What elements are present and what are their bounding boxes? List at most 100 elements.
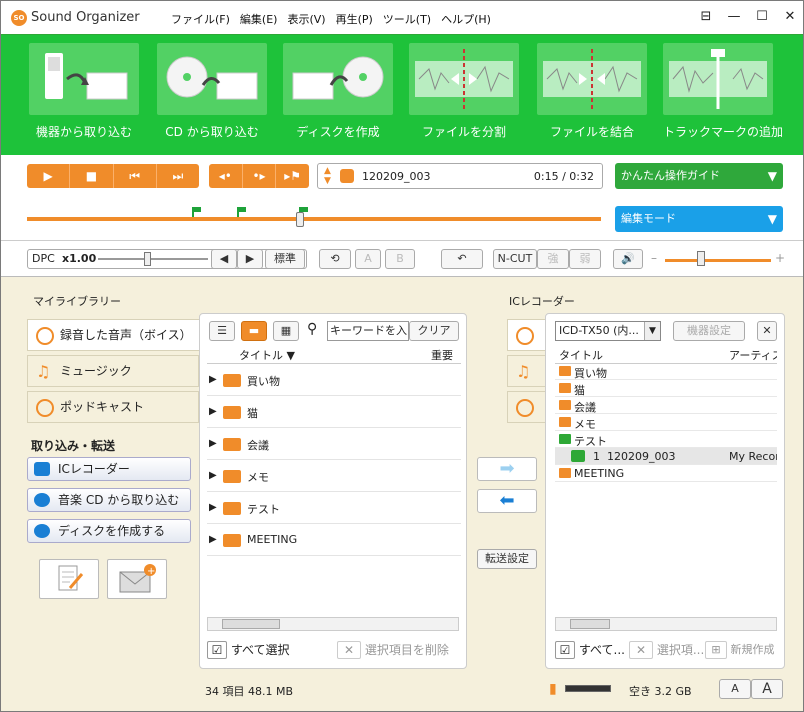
icr-folder-row[interactable]: テスト [555,431,777,448]
minimize-button[interactable]: — [727,9,741,24]
menu-tools[interactable]: ツール(T) [383,11,431,27]
easy-guide-dropdown[interactable]: かんたん操作ガイド ▼ [615,163,783,189]
speaker-icon[interactable]: 🔊 [613,249,643,269]
search-input[interactable]: キーワードを入... [327,321,409,341]
prev-mark-button[interactable]: ◂• [209,164,243,188]
previous-button[interactable]: ⏮ [114,164,157,188]
add-mark-button[interactable]: ▸⚑ [276,164,309,188]
b-point-button[interactable]: B [385,249,415,269]
track-mark-flag[interactable] [192,207,201,217]
device-select[interactable]: ICD-TX50 (内... ▼ [555,321,661,341]
icr-tab-podcast[interactable] [507,391,547,423]
folder-view-icon[interactable]: ▬ [241,321,267,341]
tab-voice[interactable]: 録音した音声（ボイス） [27,319,199,351]
icr-tab-voice[interactable] [507,319,547,351]
expand-icon[interactable]: ▶ [209,502,217,513]
noise-strong-button[interactable]: 強 [537,249,569,269]
create-disc-side-button[interactable]: ディスクを作成する [27,519,191,543]
calendar-view-icon[interactable]: ▦ [273,321,299,341]
menu-help[interactable]: ヘルプ(H) [441,11,491,27]
folder-row[interactable]: ▶ 会議 [207,428,461,460]
seek-bar[interactable] [27,217,601,221]
repeat-ab-button[interactable]: ⟲ [319,249,351,269]
icr-tab-music[interactable]: ♫ [507,355,547,387]
volume-slider[interactable] [665,259,771,262]
delete-icon[interactable]: ✕ [629,641,653,659]
new-folder-icon[interactable]: ⊞ [705,641,727,659]
track-updown-icon[interactable]: ▲ ▼ [324,166,331,186]
split-file-button[interactable]: ファイルを分割 [409,43,519,149]
track-mark-flag[interactable] [237,207,246,217]
notepad-button[interactable] [39,559,99,599]
seek-thumb[interactable] [296,212,304,227]
icr-column-artist[interactable]: アーティスト [729,347,777,363]
next-button[interactable]: ⏭ [157,164,199,188]
expand-icon[interactable]: ▶ [209,374,217,385]
expand-icon[interactable]: ▶ [209,438,217,449]
transfer-settings-button[interactable]: 転送設定 [477,549,537,569]
ncut-button[interactable]: N-CUT [493,249,537,269]
device-settings-button[interactable]: 機器設定 [673,321,745,341]
edit-mode-dropdown[interactable]: 編集モード ▼ [615,206,783,232]
dpc-decrease-button[interactable]: ◀ [211,249,237,269]
icr-new-folder-control[interactable]: ⊞ 新規作成 [705,641,775,659]
undo-button[interactable]: ↶ [441,249,483,269]
combine-file-button[interactable]: ファイルを結合 [537,43,647,149]
clear-button[interactable]: クリア [409,321,459,341]
menu-play[interactable]: 再生(P) [336,11,373,27]
checkbox-icon[interactable]: ☑ [555,641,575,659]
maximize-button[interactable]: ☐ [755,9,769,24]
expand-icon[interactable]: ▶ [209,534,217,545]
column-important[interactable]: 重要 [431,347,453,363]
icr-file-row[interactable]: 1 120209_003 My Recor [555,448,777,465]
a-point-button[interactable]: A [355,249,381,269]
dpc-slider-thumb[interactable] [144,252,151,266]
icr-horizontal-scrollbar[interactable] [555,617,777,631]
menu-edit[interactable]: 編集(E) [240,11,278,27]
delete-selected-control[interactable]: ✕ 選択項目を削除 [337,641,449,659]
font-size-small-button[interactable]: A [719,679,751,699]
folder-row[interactable]: ▶ メモ [207,460,461,492]
folder-row[interactable]: ▶ MEETING [207,524,461,556]
next-mark-button[interactable]: •▸ [243,164,277,188]
transfer-left-arrow-icon[interactable]: ⬅ [477,489,537,513]
icr-column-title[interactable]: タイトル [559,347,603,363]
checkbox-icon[interactable]: ☑ [207,641,227,659]
dpc-slider[interactable] [98,258,208,260]
import-from-device-button[interactable]: 機器から取り込む [29,43,139,149]
icr-delete-selected-control[interactable]: ✕ 選択項... [629,641,704,659]
disconnect-close-icon[interactable]: ✕ [757,321,777,341]
delete-icon[interactable]: ✕ [337,641,361,659]
email-button[interactable]: + [107,559,167,599]
stop-button[interactable]: ■ [70,164,114,188]
ic-recorder-button[interactable]: ICレコーダー [27,457,191,481]
folder-row[interactable]: ▶ 猫 [207,396,461,428]
folder-row[interactable]: ▶ テスト [207,492,461,524]
select-all-control[interactable]: ☑ すべて選択 [207,641,290,659]
icr-folder-row[interactable]: MEETING [555,465,777,482]
menu-file[interactable]: ファイル(F) [171,11,230,27]
play-button[interactable]: ▶ [27,164,71,188]
dpc-standard-button[interactable]: 標準 [265,249,305,269]
compact-mode-icon[interactable]: ⊟ [699,9,713,24]
icr-folder-row[interactable]: 会議 [555,397,777,414]
icr-folder-row[interactable]: 猫 [555,380,777,397]
font-size-large-button[interactable]: A [751,679,783,699]
create-disc-button[interactable]: ディスクを作成 [283,43,393,149]
icr-folder-row[interactable]: 買い物 [555,363,777,380]
icr-folder-row[interactable]: メモ [555,414,777,431]
volume-slider-thumb[interactable] [697,251,705,266]
import-from-cd-button[interactable]: CD から取り込む [157,43,267,149]
list-view-icon[interactable]: ☰ [209,321,235,341]
transfer-right-arrow-icon[interactable]: ➡ [477,457,537,481]
noise-weak-button[interactable]: 弱 [569,249,601,269]
add-track-mark-button[interactable]: トラックマークの追加 [663,43,783,149]
folder-row[interactable]: ▶ 買い物 [207,364,461,396]
horizontal-scrollbar[interactable] [207,617,459,631]
tab-podcast[interactable]: ポッドキャスト [27,391,199,423]
tab-music[interactable]: ♫ ミュージック [27,355,199,387]
icr-select-all-control[interactable]: ☑ すべて... [555,641,625,659]
dpc-increase-button[interactable]: ▶ [237,249,263,269]
expand-icon[interactable]: ▶ [209,406,217,417]
import-cd-button[interactable]: 音楽 CD から取り込む [27,488,191,512]
